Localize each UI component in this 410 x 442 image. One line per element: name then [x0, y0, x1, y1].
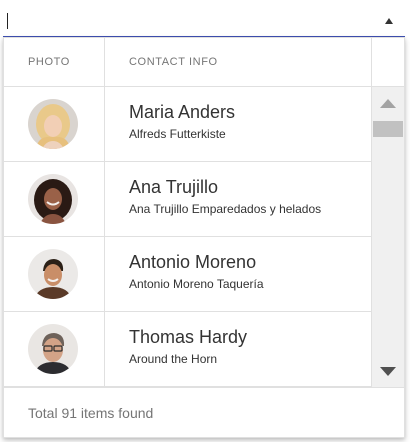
contact-company: Around the Horn [129, 352, 218, 366]
contact-company: Antonio Moreno Taquería [129, 277, 264, 291]
grid-body: Maria Anders Alfreds Futterkiste Ana Tru… [4, 87, 371, 387]
contact-name: Antonio Moreno [129, 252, 257, 272]
table-row[interactable]: Ana Trujillo Ana Trujillo Emparedados y … [4, 162, 371, 237]
table-row[interactable]: Antonio Moreno Antonio Moreno Taquería [4, 237, 371, 312]
photo-cell [4, 312, 105, 387]
triangle-up-icon [385, 18, 393, 24]
dropdown-toggle-button[interactable] [377, 11, 401, 31]
scroll-up-arrow-icon [380, 98, 396, 108]
blonde-woman-avatar [28, 99, 78, 149]
contact-name: Ana Trujillo [129, 177, 219, 197]
contact-info-cell: Antonio Moreno Antonio Moreno Taquería [105, 237, 371, 312]
contact-company: Ana Trujillo Emparedados y helados [129, 202, 322, 216]
table-row[interactable]: Thomas Hardy Around the Horn [4, 312, 371, 387]
footer-status: Total 91 items found [4, 387, 404, 437]
dark-haired-woman-avatar [28, 174, 78, 224]
column-header-photo: PHOTO [4, 38, 105, 86]
contact-name: Maria Anders [129, 102, 236, 122]
vertical-scrollbar[interactable] [371, 87, 404, 387]
header-scrollbar-spacer [371, 38, 404, 86]
dropdown-popup: PHOTO CONTACT INFO Maria Anders Alfreds … [3, 37, 405, 438]
grid-header: PHOTO CONTACT INFO [4, 38, 404, 87]
scrollbar-thumb[interactable] [373, 121, 403, 137]
table-row[interactable]: Maria Anders Alfreds Futterkiste [4, 87, 371, 162]
man-with-glasses-avatar [28, 324, 78, 374]
photo-cell [4, 87, 105, 162]
scroll-down-button[interactable] [372, 363, 404, 379]
scroll-down-arrow-icon [380, 366, 396, 376]
contact-info-cell: Maria Anders Alfreds Futterkiste [105, 87, 371, 162]
combobox-input[interactable] [3, 3, 405, 37]
photo-cell [4, 162, 105, 237]
man-avatar [28, 249, 78, 299]
contact-name: Thomas Hardy [129, 327, 248, 347]
photo-cell [4, 237, 105, 312]
contact-info-cell: Thomas Hardy Around the Horn [105, 312, 371, 387]
contact-company: Alfreds Futterkiste [129, 127, 226, 141]
text-cursor [7, 13, 8, 29]
scroll-up-button[interactable] [372, 95, 404, 111]
contact-info-cell: Ana Trujillo Ana Trujillo Emparedados y … [105, 162, 371, 237]
column-header-contact-info: CONTACT INFO [129, 56, 218, 68]
